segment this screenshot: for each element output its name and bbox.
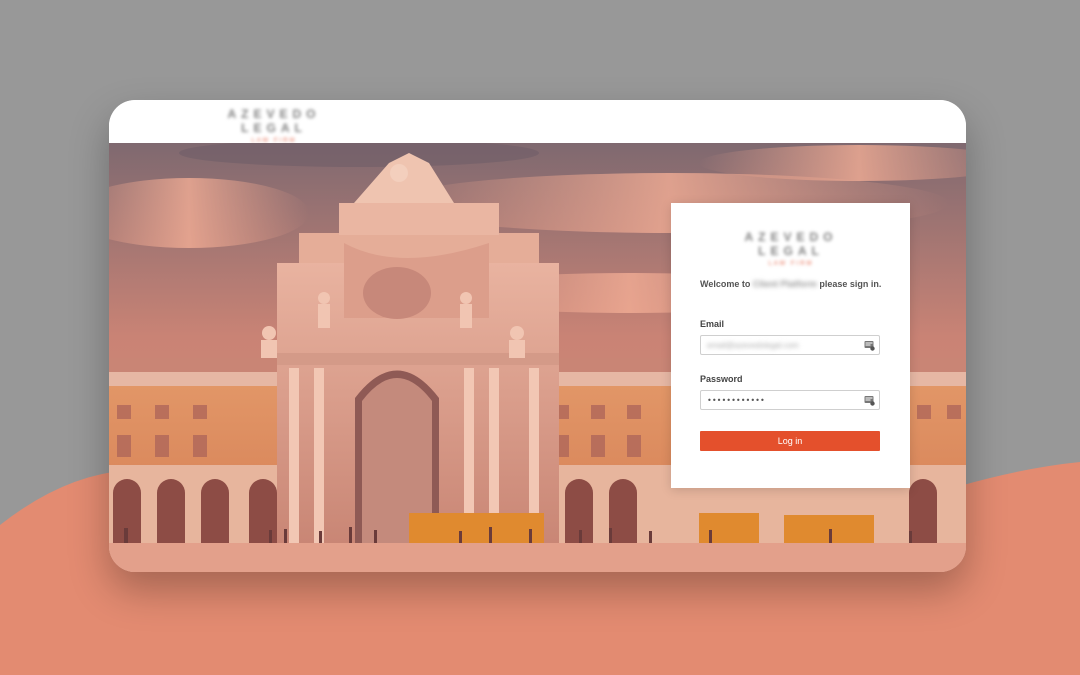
top-header: AZEVEDO LEGAL LAW FIRM <box>109 100 966 144</box>
email-label: Email <box>700 319 725 329</box>
header-logo[interactable]: AZEVEDO LEGAL LAW FIRM <box>199 107 349 144</box>
welcome-message: Welcome to Client Platform please sign i… <box>700 278 886 291</box>
welcome-suffix: please sign in. <box>816 279 882 289</box>
browser-window: AZEVEDO LEGAL LAW FIRM AZEVEDO LEGAL LAW… <box>109 100 966 572</box>
card-logo-text: AZEVEDO LEGAL <box>744 230 838 258</box>
login-card: AZEVEDO LEGAL LAW FIRM Welcome to Client… <box>671 203 910 488</box>
password-label: Password <box>700 374 743 384</box>
welcome-product-name: Client Platform <box>752 279 817 289</box>
login-button[interactable]: Log in <box>700 431 880 451</box>
card-logo: AZEVEDO LEGAL LAW FIRM <box>711 230 871 267</box>
welcome-prefix: Welcome to <box>700 279 753 289</box>
password-manager-icon[interactable] <box>864 340 875 351</box>
header-logo-text: AZEVEDO LEGAL <box>227 107 321 135</box>
email-field[interactable]: email@azevedolegal.com <box>700 335 880 355</box>
password-manager-icon[interactable] <box>864 395 875 406</box>
email-value: email@azevedolegal.com <box>707 341 799 350</box>
password-value: •••••••••••• <box>707 396 765 405</box>
password-field[interactable]: •••••••••••• <box>700 390 880 410</box>
card-logo-tagline: LAW FIRM <box>768 261 814 267</box>
